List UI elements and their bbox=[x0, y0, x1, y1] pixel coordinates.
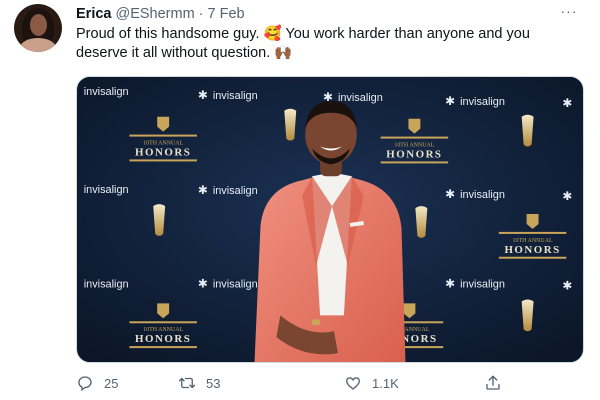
avatar[interactable] bbox=[14, 4, 62, 52]
brand-logo: invisalign bbox=[84, 184, 129, 196]
brand-logo: invisalign bbox=[460, 96, 505, 108]
like-count: 1.1K bbox=[372, 375, 399, 391]
avatar-body bbox=[20, 38, 56, 52]
tweet-date[interactable]: 7 Feb bbox=[208, 6, 245, 22]
tweet-text-line: Proud of this handsome guy. 🥰 You work h… bbox=[76, 26, 530, 42]
author-name[interactable]: Erica bbox=[76, 6, 111, 22]
retweet-icon bbox=[178, 377, 196, 389]
tweet[interactable]: Erica @EShermm · 7 Feb ··· Proud of this… bbox=[0, 0, 600, 400]
photo-canvas: invisalign invisalign invisalign invisal… bbox=[77, 77, 583, 362]
watch bbox=[312, 319, 321, 326]
retweet-button[interactable]: 53 bbox=[178, 374, 220, 392]
svg-text:✱: ✱ bbox=[445, 187, 455, 201]
svg-text:HONORS: HONORS bbox=[135, 146, 191, 158]
svg-text:✱: ✱ bbox=[198, 277, 208, 291]
brand-logo: invisalign bbox=[338, 92, 383, 104]
svg-text:✱: ✱ bbox=[198, 88, 208, 102]
tweet-text-line: deserve it all without question. 🙌🏾 bbox=[76, 45, 293, 61]
brand-logo: invisalign bbox=[84, 279, 129, 291]
svg-text:HONORS: HONORS bbox=[386, 148, 442, 160]
brand-logo: invisalign bbox=[213, 90, 258, 102]
tweet-photo[interactable]: invisalign invisalign invisalign invisal… bbox=[76, 76, 584, 363]
tweet-actions: 25 53 1.1K bbox=[76, 372, 526, 394]
svg-text:✱: ✱ bbox=[445, 277, 455, 291]
svg-text:HONORS: HONORS bbox=[135, 333, 191, 345]
like-button[interactable]: 1.1K bbox=[344, 374, 399, 392]
brand-logo: invisalign bbox=[460, 279, 505, 291]
separator-dot: · bbox=[198, 6, 204, 22]
svg-text:✱: ✱ bbox=[198, 183, 208, 197]
avatar-face bbox=[30, 14, 47, 36]
svg-text:✱: ✱ bbox=[445, 94, 455, 108]
tweet-header: Erica @EShermm · 7 Feb bbox=[76, 5, 245, 23]
reply-icon bbox=[78, 376, 92, 392]
tweet-text: Proud of this handsome guy. 🥰 You work h… bbox=[76, 25, 576, 63]
svg-text:✱: ✱ bbox=[562, 279, 572, 293]
retweet-count: 53 bbox=[206, 375, 221, 391]
brand-logo: invisalign bbox=[460, 189, 505, 201]
svg-text:HONORS: HONORS bbox=[504, 244, 560, 256]
share-button[interactable] bbox=[484, 374, 512, 392]
author-handle[interactable]: @EShermm bbox=[115, 6, 194, 22]
brand-logo: invisalign bbox=[84, 86, 129, 98]
reply-count: 25 bbox=[104, 375, 119, 391]
brand-logo: invisalign bbox=[213, 185, 258, 197]
svg-text:✱: ✱ bbox=[562, 96, 572, 110]
share-icon bbox=[486, 375, 500, 390]
brand-logo: invisalign bbox=[213, 279, 258, 291]
reply-button[interactable]: 25 bbox=[76, 374, 118, 392]
svg-text:✱: ✱ bbox=[562, 189, 572, 203]
like-icon bbox=[345, 377, 361, 390]
more-icon[interactable]: ··· bbox=[558, 2, 580, 20]
